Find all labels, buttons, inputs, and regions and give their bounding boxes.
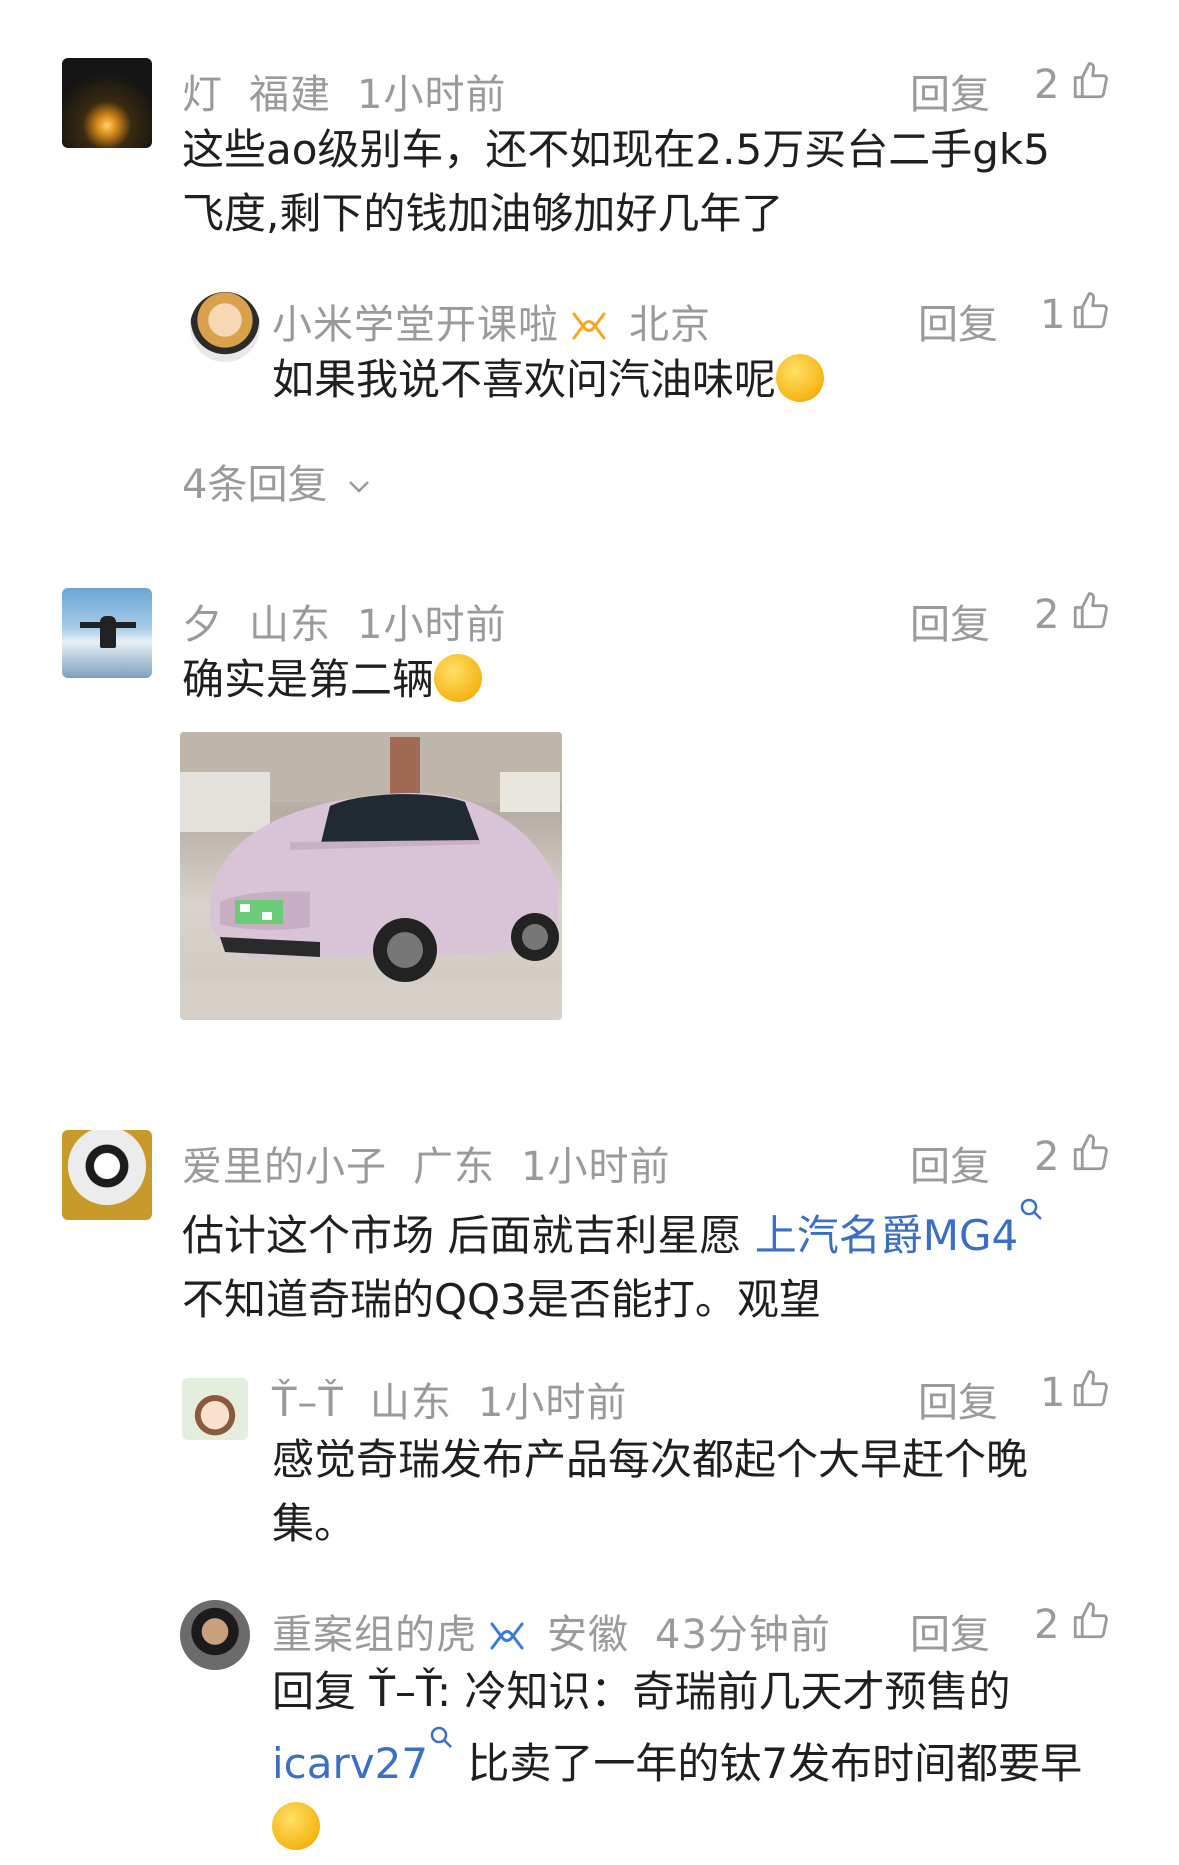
reply-meta: 重案组的虎 安徽 43分钟前: [272, 1602, 857, 1660]
like-count: 1: [1040, 292, 1066, 338]
reply-button[interactable]: 回复: [910, 592, 990, 650]
topic-link[interactable]: 上汽名爵MG4: [755, 1211, 1019, 1260]
avatar[interactable]: [190, 292, 260, 362]
like-icon[interactable]: [1070, 1600, 1112, 1642]
timestamp: 1小时前: [521, 1144, 671, 1190]
reply-text: 如果我说不喜欢问汽油味呢: [272, 348, 825, 412]
vip-badge-icon: [490, 1622, 524, 1650]
comment-meta: 夕山东 1小时前: [182, 592, 532, 650]
avatar[interactable]: [182, 1378, 248, 1440]
like-count: 2: [1034, 62, 1060, 108]
avatar[interactable]: [180, 1600, 250, 1670]
location: 广东: [413, 1144, 495, 1190]
reply-button[interactable]: 回复: [910, 62, 990, 120]
like-count: 1: [1040, 1370, 1066, 1416]
like-count: 2: [1034, 1602, 1060, 1648]
chevron-down-icon: [349, 481, 370, 493]
username[interactable]: 爱里的小子: [182, 1144, 387, 1190]
timestamp: 1小时前: [357, 602, 507, 648]
avatar[interactable]: [62, 1130, 152, 1220]
like-icon[interactable]: [1070, 60, 1112, 102]
timestamp: 1小时前: [357, 72, 507, 118]
search-icon: [1020, 1198, 1043, 1220]
location: 安徽: [547, 1612, 629, 1658]
emoji-icon: [776, 354, 825, 402]
location: 山东: [249, 602, 331, 648]
search-icon: [430, 1726, 452, 1748]
comment-text: 确实是第二辆: [182, 648, 483, 712]
username[interactable]: 夕: [182, 602, 223, 648]
username[interactable]: 重案组的虎: [272, 1612, 477, 1658]
comment-meta: 爱里的小子 广东 1小时前: [182, 1134, 696, 1192]
username[interactable]: 小米学堂开课啦: [272, 302, 559, 348]
like-count: 2: [1034, 592, 1060, 638]
expand-replies-button[interactable]: 4条回复: [182, 452, 372, 510]
reply-text: 感觉奇瑞发布产品每次都起个大早赶个晚 集。: [272, 1435, 1029, 1548]
like-icon[interactable]: [1070, 590, 1112, 632]
grinning-emoji-icon: [434, 654, 483, 702]
reply-button[interactable]: 回复: [918, 292, 998, 350]
emoji-icon: [272, 1802, 320, 1850]
like-icon[interactable]: [1070, 290, 1112, 332]
comment-image[interactable]: [180, 732, 562, 1020]
car-photo: [180, 732, 562, 1020]
reply-button[interactable]: 回复: [910, 1602, 990, 1660]
comment-meta: 灯福建 1小时前: [182, 62, 532, 120]
username[interactable]: 灯: [182, 72, 223, 118]
like-count: 2: [1034, 1134, 1060, 1180]
reply-meta: Ť–Ť 山东 1小时前: [272, 1370, 653, 1428]
like-icon[interactable]: [1070, 1368, 1112, 1410]
location: 山东: [369, 1380, 452, 1426]
avatar[interactable]: [62, 588, 152, 678]
reply-button[interactable]: 回复: [910, 1134, 990, 1192]
location: 福建: [249, 72, 331, 118]
avatar[interactable]: [62, 58, 152, 148]
comment-text: 估计这个市场 后面就吉利星愿 上汽名爵MG4 不知道奇瑞的QQ3是否能打。观望: [182, 1196, 1044, 1332]
vip-badge-icon: [572, 312, 606, 340]
comment-text: 这些ao级别车，还不如现在2.5万买台二手gk5 飞度,剩下的钱加油够加好几年了: [182, 125, 1050, 238]
topic-link[interactable]: icarv27: [272, 1739, 428, 1788]
timestamp: 43分钟前: [655, 1612, 831, 1658]
reply-text: 回复 Ť–Ť: 冷知识：奇瑞前几天才预售的 icarv27 比卖了一年的钛7发布…: [272, 1660, 1082, 1860]
timestamp: 1小时前: [477, 1380, 628, 1426]
reply-meta: 小米学堂开课啦 北京: [272, 292, 737, 350]
like-icon[interactable]: [1070, 1132, 1112, 1174]
username[interactable]: Ť–Ť: [272, 1380, 344, 1426]
location: 北京: [629, 302, 711, 348]
reply-button[interactable]: 回复: [918, 1370, 998, 1428]
